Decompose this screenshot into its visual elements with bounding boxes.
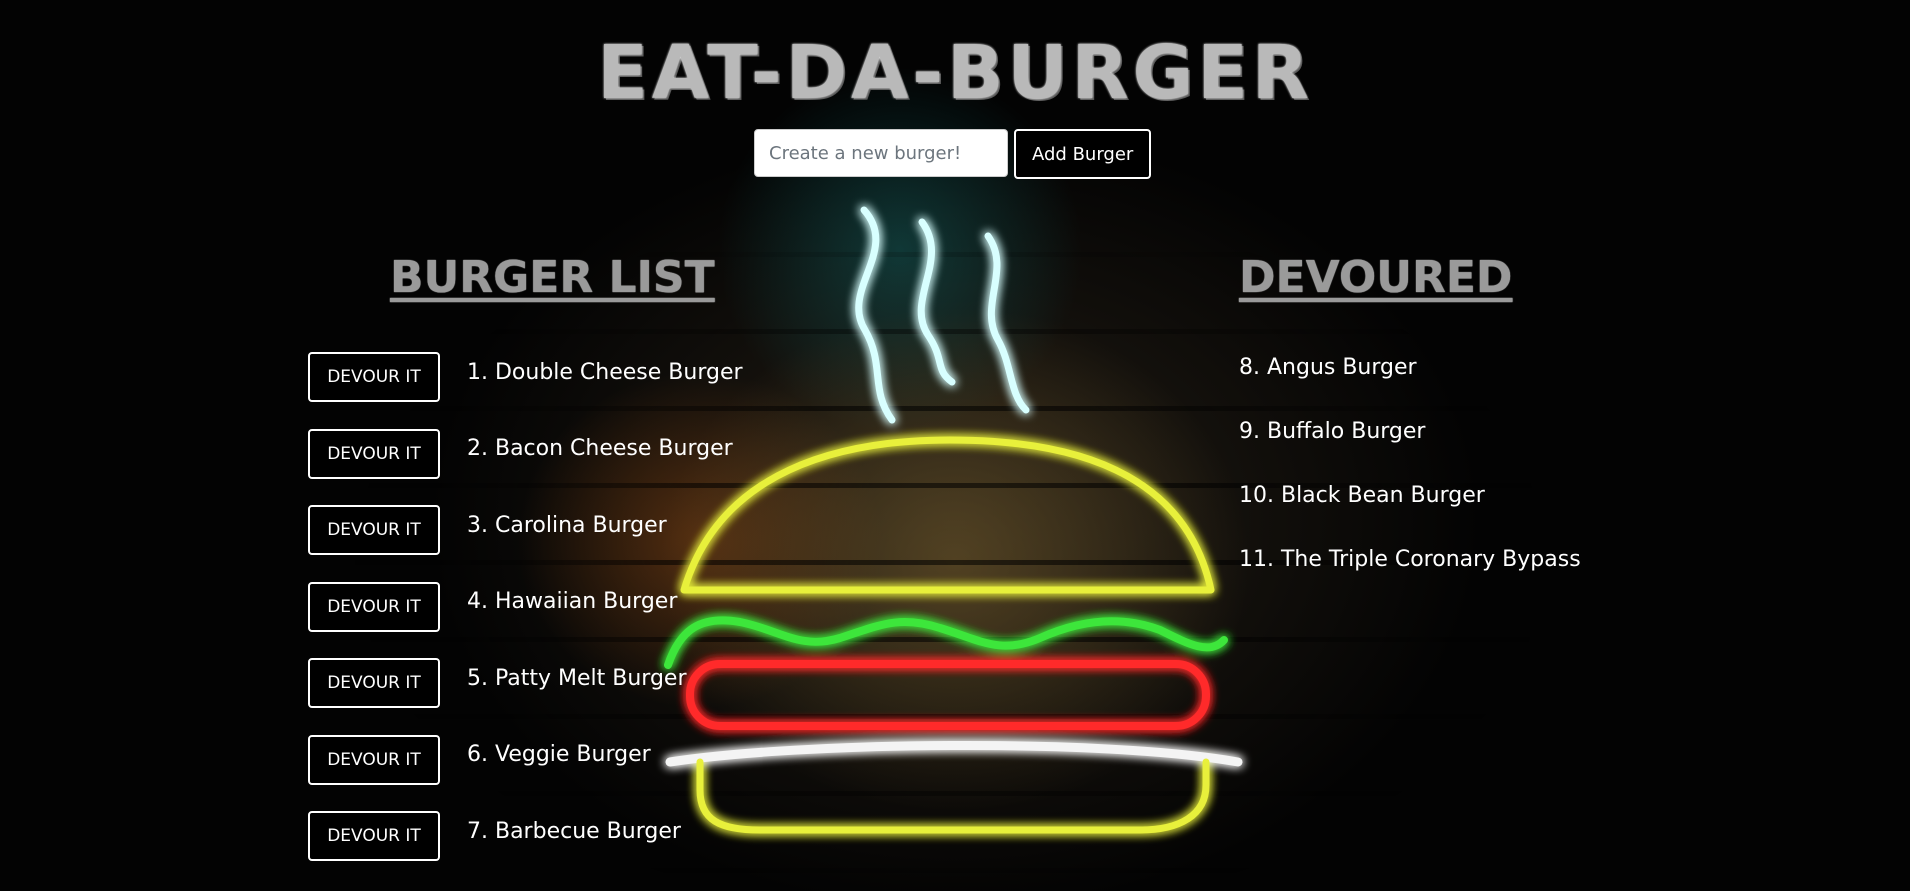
steam-line-2 (917, 218, 956, 386)
add-burger-button[interactable]: Add Burger (1014, 129, 1152, 179)
burger-name: 4. Hawaiian Burger (467, 589, 678, 614)
patty (686, 660, 1210, 730)
devour-button[interactable]: DEVOUR IT (308, 428, 440, 479)
burger-list: DEVOUR IT 1. Double Cheese Burger DEVOUR… (308, 352, 743, 888)
add-burger-form: Add Burger (754, 129, 1152, 179)
devoured-item: 10. Black Bean Burger (1239, 483, 1485, 508)
list-item: DEVOUR IT 2. Bacon Cheese Burger (308, 428, 743, 479)
devour-button[interactable]: DEVOUR IT (308, 352, 440, 402)
devour-button[interactable]: DEVOUR IT (308, 734, 440, 785)
list-item: DEVOUR IT 5. Patty Melt Burger (308, 658, 743, 708)
devoured-item: 11. The Triple Coronary Bypass (1239, 547, 1581, 572)
devoured-list: 8. Angus Burger 9. Buffalo Burger 10. Bl… (1239, 355, 1581, 611)
burger-name: 1. Double Cheese Burger (467, 359, 743, 385)
site-title: EAT-DA-BURGER (597, 30, 1313, 116)
list-item: DEVOUR IT 3. Carolina Burger (308, 505, 743, 555)
lettuce (664, 616, 1228, 669)
devoured-item: 8. Angus Burger (1239, 355, 1417, 380)
burger-name: 5. Patty Melt Burger (467, 665, 687, 691)
top-bun (680, 436, 1215, 594)
burger-list-heading: BURGER LIST (390, 252, 715, 303)
list-item: DEVOUR IT 4. Hawaiian Burger (308, 581, 743, 632)
list-item: DEVOUR IT 7. Barbecue Burger (308, 811, 743, 861)
page: EAT-DA-BURGER Add Burger BURGER LIST DEV… (0, 0, 1910, 891)
burger-name: 2. Bacon Cheese Burger (467, 436, 733, 461)
devoured-item: 9. Buffalo Burger (1239, 419, 1426, 444)
devour-button[interactable]: DEVOUR IT (308, 581, 440, 632)
new-burger-input[interactable] (754, 129, 1008, 177)
burger-name: 3. Carolina Burger (467, 512, 667, 538)
cheese-line (665, 740, 1243, 767)
burger-name: 7. Barbecue Burger (467, 818, 681, 844)
devour-button[interactable]: DEVOUR IT (308, 811, 440, 861)
devoured-heading: DEVOURED (1239, 252, 1513, 303)
bottom-bun (696, 758, 1210, 834)
burger-name: 6. Veggie Burger (467, 742, 651, 767)
steam-line-1 (855, 206, 896, 424)
list-item: DEVOUR IT 6. Veggie Burger (308, 734, 743, 785)
steam-line-3 (984, 232, 1030, 414)
list-item: DEVOUR IT 1. Double Cheese Burger (308, 352, 743, 402)
devour-button[interactable]: DEVOUR IT (308, 658, 440, 708)
devour-button[interactable]: DEVOUR IT (308, 505, 440, 555)
